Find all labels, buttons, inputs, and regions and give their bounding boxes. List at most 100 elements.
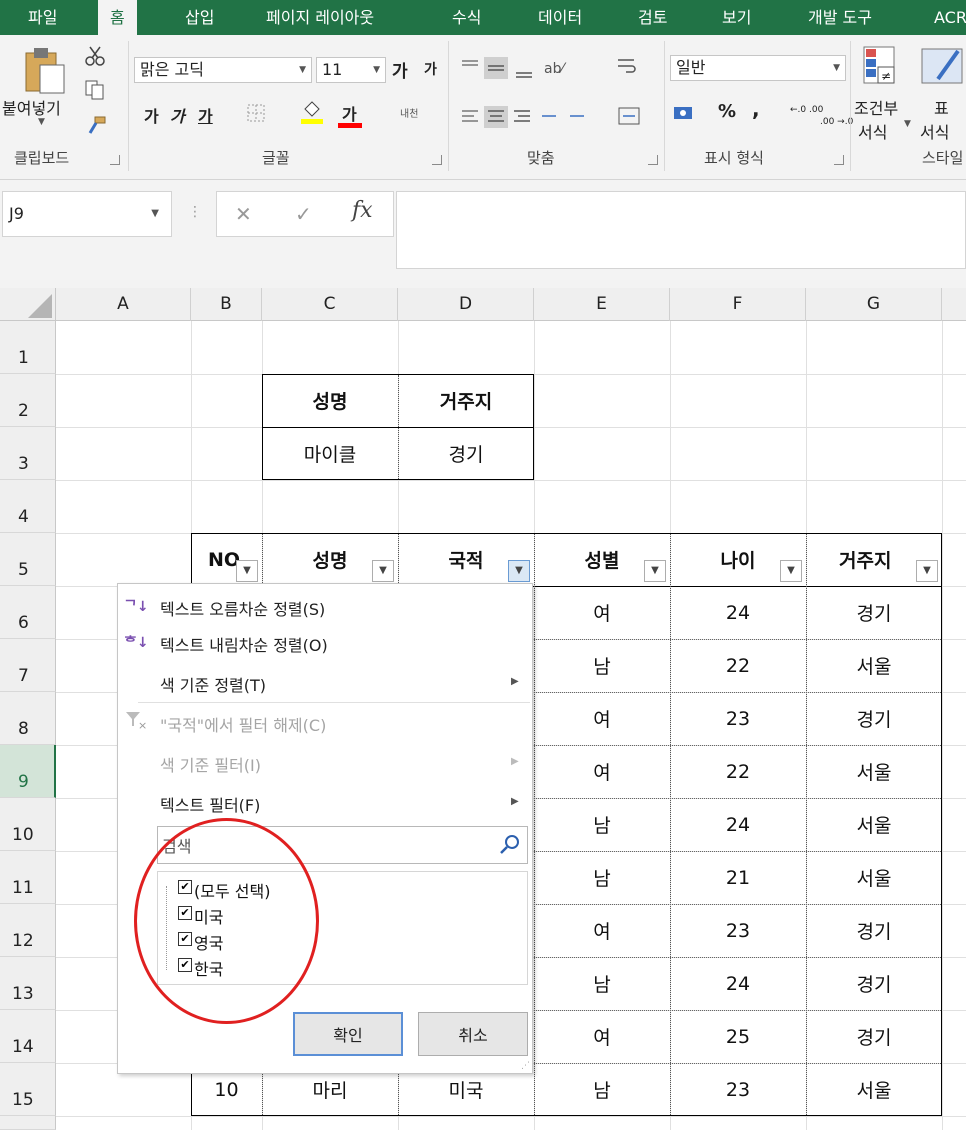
format-as-table-label-1[interactable]: 표 [934,95,949,119]
alignment-launcher-icon[interactable] [648,155,658,165]
cell-residence[interactable]: 서울 [806,851,942,904]
border-icon[interactable] [246,103,268,123]
column-header-f[interactable]: F [670,288,806,321]
cell-age[interactable]: 22 [670,745,806,798]
row-header[interactable]: 4 [0,480,56,533]
filter-dropdown-icon[interactable]: ▼ [372,560,394,582]
cut-icon[interactable] [84,45,106,67]
paste-icon[interactable] [22,43,68,97]
font-name-select[interactable]: 맑은 고딕 ▼ [134,57,312,83]
cell-gender[interactable]: 여 [534,745,670,798]
row-header[interactable]: 15 [0,1063,56,1116]
cell-gender[interactable]: 여 [534,586,670,639]
cell-age[interactable]: 23 [670,692,806,745]
cell-age[interactable]: 23 [670,1063,806,1116]
row-header[interactable]: 2 [0,374,56,427]
row-header[interactable]: 3 [0,427,56,480]
info-cell-name[interactable]: 마이클 [262,427,398,480]
cell-gender[interactable]: 남 [534,957,670,1010]
cell-residence[interactable]: 경기 [806,957,942,1010]
row-header[interactable]: 11 [0,851,56,904]
row-header[interactable]: 6 [0,586,56,639]
row-header-selected[interactable]: 9 [0,745,56,798]
font-color-button[interactable]: 가 [342,101,357,125]
conditional-formatting-icon[interactable]: ≠ [860,45,906,89]
filter-dropdown-icon[interactable]: ▼ [236,560,258,582]
filter-dropdown-icon[interactable]: ▼ [916,560,938,582]
phonetic-button[interactable]: 내천 [400,105,418,120]
menu-clear-filter[interactable]: "국적"에서 필터 해제(C) [160,712,326,736]
number-format-select[interactable]: 일반 ▼ [670,55,846,81]
comma-button[interactable]: , [752,97,760,121]
ok-button[interactable]: 확인 [293,1012,403,1056]
filter-dropdown-active-icon[interactable]: ▼ [508,560,530,582]
resize-grip-icon[interactable]: ⋰ [521,1061,530,1071]
fill-color-icon[interactable] [300,99,324,125]
wrap-text-icon[interactable] [616,55,638,77]
copy-icon[interactable] [84,79,106,101]
column-header-a[interactable]: A [56,288,191,321]
cell-gender[interactable]: 여 [534,692,670,745]
conditional-formatting-label-2[interactable]: 서식 [858,119,887,143]
horizontal-align-icons[interactable] [458,105,608,131]
name-box-dropdown-icon[interactable]: ▼ [151,192,159,236]
menu-text-filters[interactable]: 텍스트 필터(F) [160,792,260,816]
vertical-align-icons[interactable]: ab⁄ [458,55,598,81]
cell-residence[interactable]: 경기 [806,692,942,745]
row-header[interactable]: 14 [0,1010,56,1063]
column-header-b[interactable]: B [191,288,262,321]
merge-center-icon[interactable] [618,105,640,127]
tab-page-layout[interactable]: 페이지 레이아웃 [266,0,374,35]
cell-age[interactable]: 24 [670,798,806,851]
cell-gender[interactable]: 남 [534,639,670,692]
name-box[interactable]: J9 ▼ [2,191,172,237]
search-icon[interactable] [499,833,521,855]
tab-file[interactable]: 파일 [28,0,57,35]
cell-residence[interactable]: 경기 [806,586,942,639]
filter-dropdown-icon[interactable]: ▼ [644,560,666,582]
format-as-table-icon[interactable] [918,45,966,89]
cell-age[interactable]: 23 [670,904,806,957]
format-as-table-label-2[interactable]: 서식 [920,119,949,143]
paste-dropdown-icon[interactable]: ▼ [38,117,45,127]
row-header[interactable]: 7 [0,639,56,692]
font-size-select[interactable]: 11 ▼ [316,57,386,83]
accounting-format-icon[interactable] [672,103,698,125]
row-header[interactable]: 5 [0,533,56,586]
cancel-button[interactable]: 취소 [418,1012,528,1056]
cell-age[interactable]: 21 [670,851,806,904]
cancel-entry-button[interactable]: ✕ [235,202,252,226]
decrease-decimal-button[interactable]: .00 →.0 [820,117,853,127]
percent-button[interactable]: % [718,101,736,122]
shrink-font-button[interactable]: 가 [424,59,437,79]
column-header-d[interactable]: D [398,288,534,321]
select-all-corner[interactable] [0,288,56,321]
row-header[interactable]: 12 [0,904,56,957]
column-header-e[interactable]: E [534,288,670,321]
tab-data[interactable]: 데이터 [538,0,582,35]
menu-sort-ascending[interactable]: 텍스트 오름차순 정렬(S) [160,596,325,620]
cell-residence[interactable]: 경기 [806,1010,942,1063]
column-header-c[interactable]: C [262,288,398,321]
clipboard-launcher-icon[interactable] [110,155,120,165]
italic-button[interactable]: 가 [170,103,185,127]
row-header[interactable]: 10 [0,798,56,851]
menu-sort-by-color[interactable]: 색 기준 정렬(T) [160,672,266,696]
tab-formulas[interactable]: 수식 [452,0,481,35]
font-launcher-icon[interactable] [432,155,442,165]
paste-label[interactable]: 붙여넣기 [2,95,61,119]
tab-acrobat[interactable]: ACR [934,0,966,35]
cell-age[interactable]: 22 [670,639,806,692]
row-header[interactable]: 1 [0,321,56,374]
tab-view[interactable]: 보기 [722,0,751,35]
number-launcher-icon[interactable] [834,155,844,165]
tab-insert[interactable]: 삽입 [185,0,214,35]
cell-age[interactable]: 24 [670,957,806,1010]
menu-sort-descending[interactable]: 텍스트 내림차순 정렬(O) [160,632,328,656]
cell-age[interactable]: 24 [670,586,806,639]
info-header-name[interactable]: 성명 [262,374,398,427]
enter-entry-button[interactable]: ✓ [295,202,312,226]
cell-gender[interactable]: 남 [534,798,670,851]
info-header-residence[interactable]: 거주지 [398,374,534,427]
cell-residence[interactable]: 서울 [806,798,942,851]
